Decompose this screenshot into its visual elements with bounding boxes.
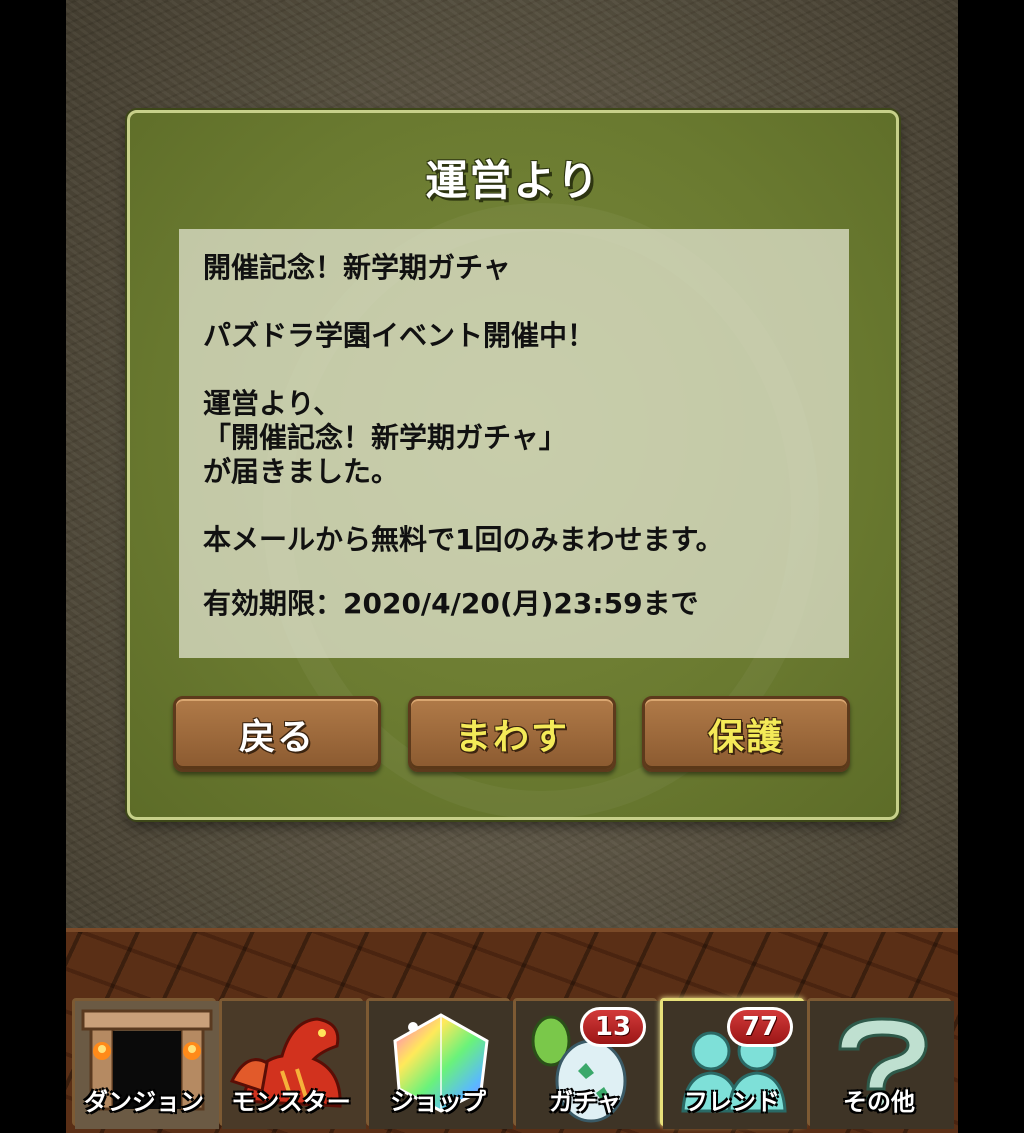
back-button[interactable]: 戻る (173, 696, 381, 772)
nav-label-shop: ショップ (390, 1088, 486, 1116)
nav-other[interactable]: その他 (807, 998, 954, 1129)
nav-gacha[interactable]: 13 ガチャ (513, 998, 660, 1129)
gacha-count-badge: 13 (580, 1007, 646, 1047)
nav-dungeon[interactable]: ダンジョン (72, 998, 219, 1129)
friend-count-badge: 77 (727, 1007, 793, 1047)
message-body-line1: 運営より、 (203, 387, 342, 420)
nav-label-dungeon: ダンジョン (84, 1088, 204, 1116)
spin-button[interactable]: まわす (408, 696, 616, 772)
message-free-note: 本メールから無料で1回のみまわせます。 (203, 523, 724, 556)
nav-friend[interactable]: 77 フレンド (660, 998, 807, 1129)
nav-shop[interactable]: ショップ (366, 998, 513, 1129)
nav-label-monster: モンスター (231, 1088, 351, 1116)
nav-label-friend: フレンド (684, 1088, 780, 1116)
nav-monster[interactable]: モンスター (219, 998, 366, 1129)
message-body-line2: 「開催記念！新学期ガチャ」 (203, 421, 567, 454)
message-body-line3: が届きました。 (203, 455, 400, 488)
message-heading: 開催記念！新学期ガチャ (203, 251, 511, 284)
message-event: パズドラ学園イベント開催中！ (203, 319, 596, 352)
protect-button[interactable]: 保護 (642, 696, 850, 772)
game-screen: 運営より 開催記念！新学期ガチャ パズドラ学園イベント開催中！ 運営より、 「開… (66, 0, 958, 1133)
message-box: 開催記念！新学期ガチャ パズドラ学園イベント開催中！ 運営より、 「開催記念！新… (179, 229, 849, 658)
mail-dialog: 運営より 開催記念！新学期ガチャ パズドラ学園イベント開催中！ 運営より、 「開… (127, 110, 899, 820)
dialog-title: 運営より (425, 156, 601, 205)
nav-label-other: その他 (843, 1088, 915, 1116)
nav-label-gacha: ガチャ (549, 1088, 621, 1116)
message-expiry: 有効期限：2020/4/20(月)23:59まで (203, 587, 699, 620)
